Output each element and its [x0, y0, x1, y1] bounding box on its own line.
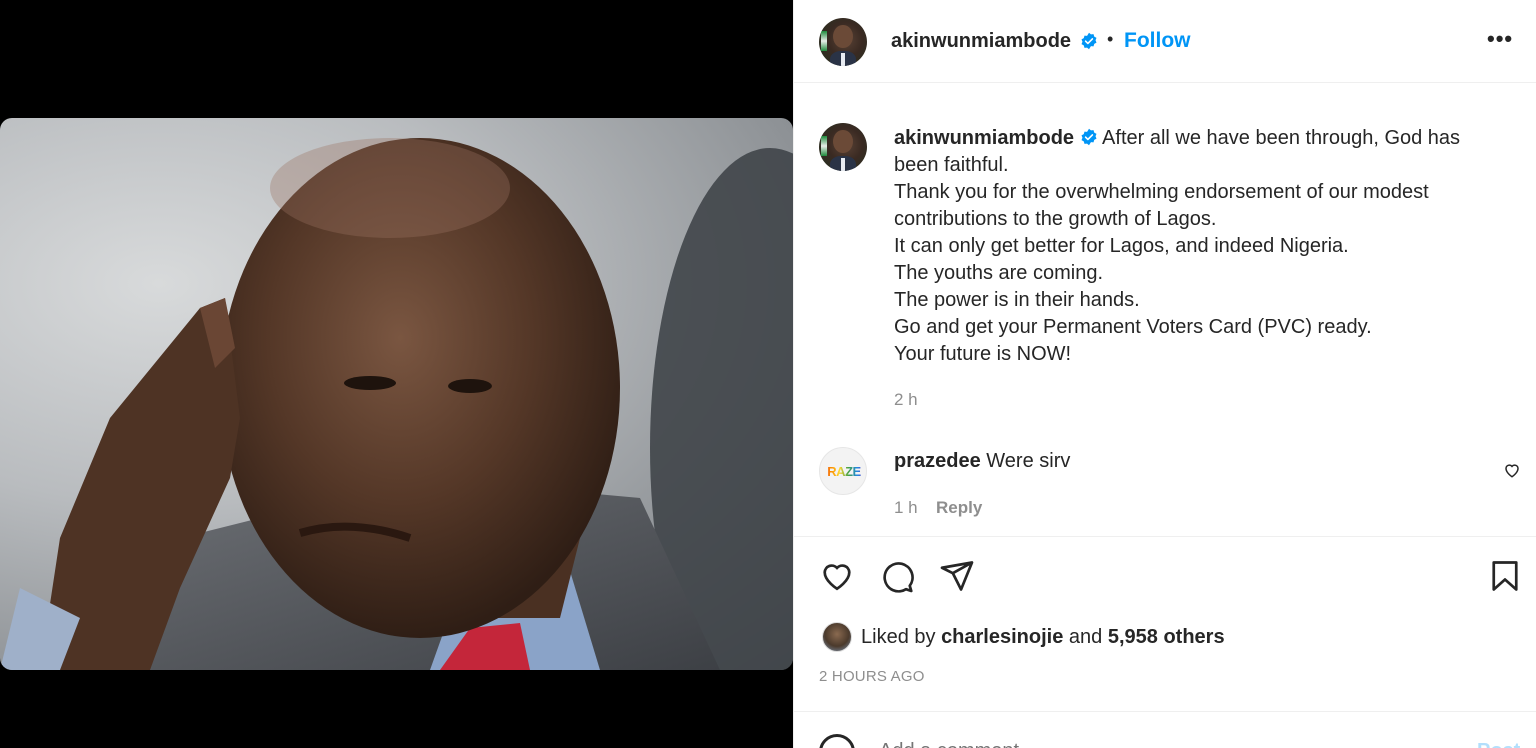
- heart-icon: [823, 564, 851, 591]
- caption-author-avatar[interactable]: [819, 123, 867, 171]
- caption-username[interactable]: akinwunmiambode: [894, 127, 1074, 149]
- verified-icon: [1081, 32, 1097, 50]
- emoji-icon[interactable]: [819, 734, 855, 748]
- verified-icon: [1081, 128, 1097, 146]
- like-button[interactable]: [819, 558, 855, 599]
- commenter-avatar[interactable]: RAZE: [819, 447, 867, 495]
- comment-icon: [883, 562, 914, 593]
- post-header: akinwunmiambode • Follow •••: [794, 0, 1536, 83]
- caption-timestamp[interactable]: 2 h: [894, 390, 918, 410]
- likes-prefix: Liked by: [861, 626, 936, 648]
- commenter-avatar-logo: RAZE: [822, 464, 866, 479]
- caption-line: Go and get your Permanent Voters Card (P…: [894, 316, 1372, 338]
- caption-line: It can only get better for Lagos, and in…: [894, 235, 1349, 257]
- add-comment-bar: Post: [794, 711, 1536, 748]
- reply-button[interactable]: Reply: [936, 498, 982, 518]
- caption-line: Thank you for the overwhelming endorseme…: [894, 181, 1429, 230]
- author-username[interactable]: akinwunmiambode: [891, 30, 1071, 53]
- share-button[interactable]: [939, 558, 975, 599]
- liker-avatar[interactable]: [822, 622, 852, 652]
- follow-button[interactable]: Follow: [1124, 29, 1191, 53]
- comment-text: Were sirv: [986, 450, 1071, 472]
- bookmark-icon: [1492, 561, 1518, 591]
- comment-button[interactable]: [879, 558, 915, 599]
- comment-heart-icon[interactable]: [1503, 461, 1521, 479]
- caption-line: The power is in their hands.: [894, 289, 1140, 311]
- post-media: [0, 0, 793, 748]
- add-comment-input[interactable]: [879, 740, 1439, 748]
- likes-conjunction: and: [1068, 626, 1103, 648]
- share-icon: [940, 561, 974, 591]
- comment-timestamp[interactable]: 1 h: [894, 498, 918, 518]
- caption-line: The youths are coming.: [894, 262, 1103, 284]
- more-options-icon[interactable]: •••: [1487, 26, 1513, 52]
- likes-summary: Liked by charlesinojie and 5,958 others: [861, 626, 1225, 649]
- post-photo[interactable]: [0, 118, 793, 670]
- post-caption: akinwunmiambode After all we have been t…: [894, 125, 1494, 368]
- save-button[interactable]: [1487, 558, 1523, 599]
- commenter-username[interactable]: prazedee: [894, 450, 981, 472]
- liker-username[interactable]: charlesinojie: [941, 626, 1063, 648]
- comment-item: prazedee Were sirv: [894, 450, 1070, 473]
- post-comment-button[interactable]: Post: [1477, 740, 1520, 748]
- header-separator: •: [1107, 29, 1114, 49]
- likes-others-link[interactable]: 5,958 others: [1108, 626, 1225, 648]
- post-timestamp[interactable]: 2 HOURS AGO: [819, 668, 925, 685]
- post-details-panel: akinwunmiambode • Follow ••• akinwunmiam…: [793, 0, 1536, 748]
- author-avatar[interactable]: [819, 18, 867, 66]
- portrait-image: [0, 138, 793, 670]
- action-bar-divider: [794, 536, 1536, 537]
- caption-line: Your future is NOW!: [894, 343, 1072, 365]
